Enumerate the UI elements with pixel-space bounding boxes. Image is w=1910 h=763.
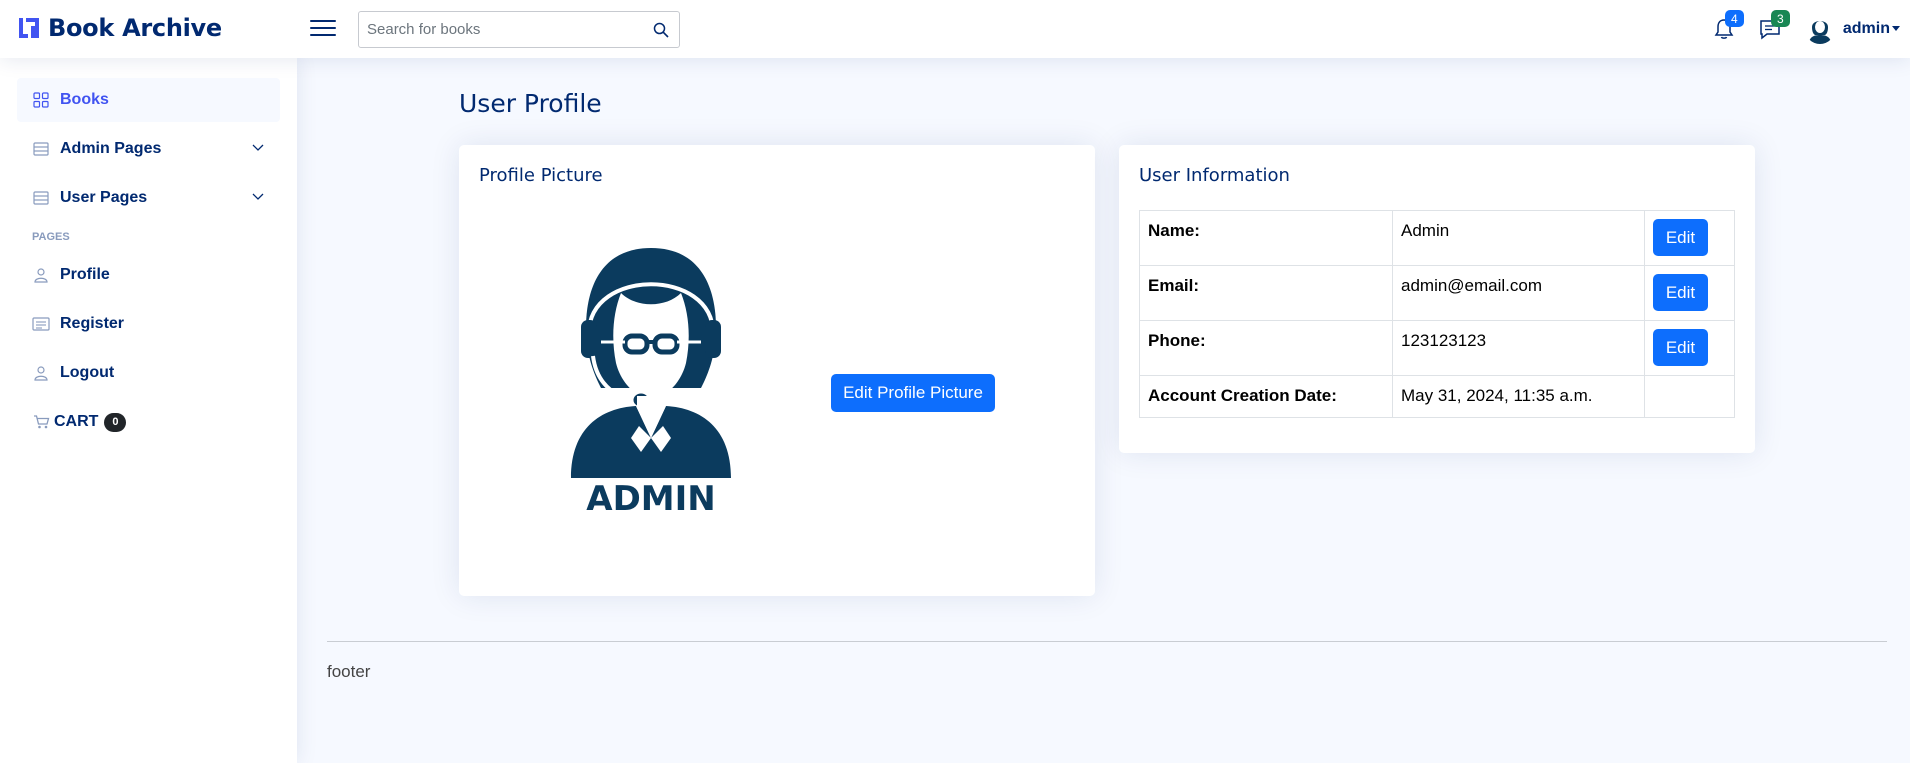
cart-icon bbox=[32, 413, 50, 431]
search-bar bbox=[358, 11, 680, 48]
avatar bbox=[1804, 14, 1835, 44]
profile-picture: ADMIN bbox=[541, 238, 761, 519]
edit-profile-picture-button[interactable]: Edit Profile Picture bbox=[831, 374, 995, 412]
field-label: Phone: bbox=[1139, 320, 1393, 376]
field-value: Admin bbox=[1392, 210, 1645, 266]
user-menu[interactable]: admin bbox=[1804, 14, 1900, 44]
search-icon bbox=[653, 22, 669, 38]
cart-count-badge: 0 bbox=[104, 412, 127, 432]
sidebar-item-logout[interactable]: Logout bbox=[17, 351, 280, 395]
header-actions: 4 3 admin bbox=[1701, 0, 1900, 58]
field-value: 123123123 bbox=[1392, 320, 1645, 376]
chevron-down-icon bbox=[251, 189, 265, 208]
field-action: Edit bbox=[1644, 210, 1735, 266]
sidebar-item-register[interactable]: Register bbox=[17, 302, 280, 346]
sidebar-item-label: Register bbox=[60, 315, 125, 332]
user-information-card: User Information Name: Admin Edit Email:… bbox=[1119, 145, 1755, 453]
table-row: Email: admin@email.com Edit bbox=[1139, 265, 1735, 321]
person-icon bbox=[32, 364, 50, 382]
menu-icon bbox=[32, 189, 50, 207]
menu-icon bbox=[32, 140, 50, 158]
cart-label: CART bbox=[54, 413, 99, 430]
chevron-down-icon bbox=[251, 140, 265, 159]
field-label: Name: bbox=[1139, 210, 1393, 266]
messages-button[interactable]: 3 bbox=[1747, 0, 1793, 58]
messages-badge: 3 bbox=[1770, 10, 1790, 27]
avatar-caption: ADMIN bbox=[586, 479, 715, 513]
user-info-table: Name: Admin Edit Email: admin@email.com … bbox=[1139, 210, 1735, 418]
page-title: User Profile bbox=[459, 89, 602, 118]
sidebar-item-label: Books bbox=[60, 91, 109, 108]
table-row: Name: Admin Edit bbox=[1139, 210, 1735, 266]
grid-icon bbox=[32, 91, 50, 109]
person-icon bbox=[32, 266, 50, 284]
sidebar-item-cart[interactable]: CART 0 bbox=[17, 400, 280, 444]
sidebar-item-user-pages[interactable]: User Pages bbox=[17, 176, 280, 220]
sidebar-item-profile[interactable]: Profile bbox=[17, 253, 280, 297]
sidebar-item-books[interactable]: Books bbox=[17, 78, 280, 122]
card-list-icon bbox=[32, 315, 50, 333]
notifications-button[interactable]: 4 bbox=[1701, 0, 1747, 58]
edit-phone-button[interactable]: Edit bbox=[1653, 329, 1708, 366]
search-input[interactable] bbox=[359, 12, 643, 47]
search-button[interactable] bbox=[643, 12, 679, 47]
field-value: May 31, 2024, 11:35 a.m. bbox=[1392, 375, 1645, 418]
edit-name-button[interactable]: Edit bbox=[1653, 219, 1708, 256]
sidebar-item-label: Admin Pages bbox=[60, 140, 162, 157]
table-row: Phone: 123123123 Edit bbox=[1139, 320, 1735, 376]
admin-avatar-image: ADMIN bbox=[571, 248, 731, 519]
sidebar-heading: PAGES bbox=[32, 231, 70, 243]
field-label: Account Creation Date: bbox=[1139, 375, 1393, 418]
profile-picture-card: Profile Picture ADMIN Edit Profile Pictu… bbox=[459, 145, 1095, 596]
card-title: User Information bbox=[1139, 165, 1290, 186]
toggle-sidebar-button[interactable] bbox=[310, 15, 336, 41]
user-name: admin bbox=[1843, 20, 1900, 38]
sidebar: Books Admin Pages User Pages PAGES Profi… bbox=[0, 58, 297, 763]
field-action: Edit bbox=[1644, 320, 1735, 376]
app-title: Book Archive bbox=[48, 14, 222, 42]
sidebar-item-label: User Pages bbox=[60, 189, 148, 206]
caret-down-icon bbox=[1892, 26, 1900, 32]
logo-icon bbox=[19, 18, 39, 38]
footer: footer bbox=[327, 662, 371, 681]
edit-email-button[interactable]: Edit bbox=[1653, 274, 1708, 311]
app-logo[interactable]: Book Archive bbox=[16, 14, 222, 42]
top-header: Book Archive 4 3 bbox=[0, 0, 1910, 58]
sidebar-item-label: Logout bbox=[60, 364, 115, 381]
field-action bbox=[1644, 375, 1735, 418]
sidebar-item-label: Profile bbox=[60, 266, 110, 283]
field-value: admin@email.com bbox=[1392, 265, 1645, 321]
sidebar-item-admin-pages[interactable]: Admin Pages bbox=[17, 127, 280, 171]
field-label: Email: bbox=[1139, 265, 1393, 321]
footer-divider bbox=[327, 641, 1887, 642]
card-title: Profile Picture bbox=[479, 165, 603, 186]
field-action: Edit bbox=[1644, 265, 1735, 321]
notifications-badge: 4 bbox=[1724, 10, 1744, 27]
table-row: Account Creation Date: May 31, 2024, 11:… bbox=[1139, 375, 1735, 418]
